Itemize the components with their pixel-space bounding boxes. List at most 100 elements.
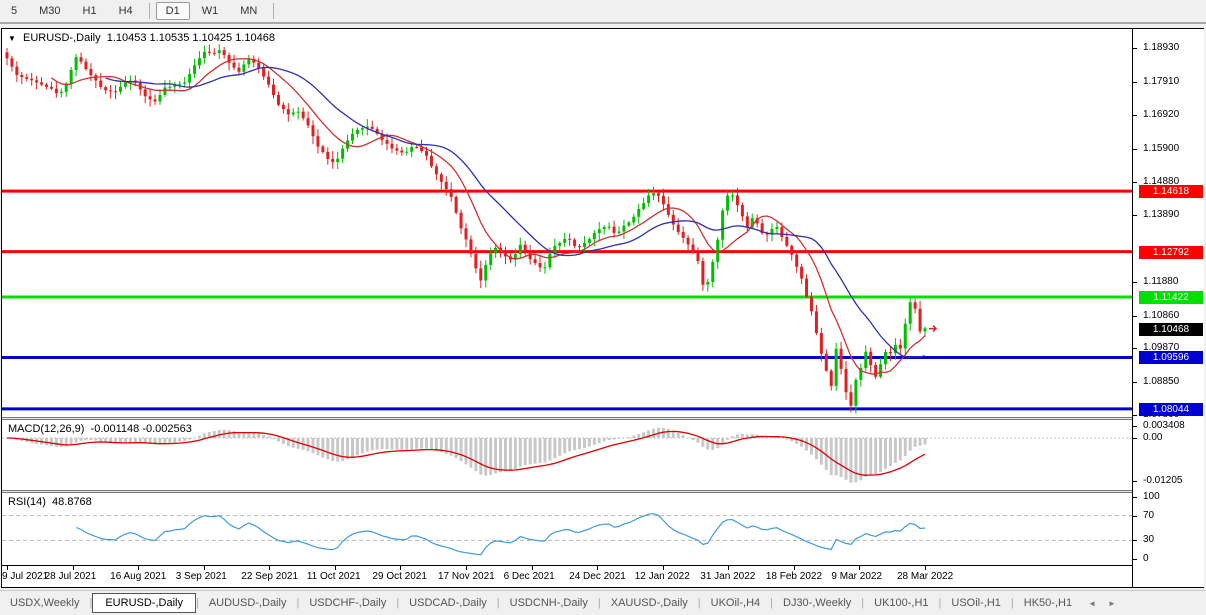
chart-window: ▼ EURUSD-,Daily 1.10453 1.10535 1.10425 … bbox=[1, 28, 1204, 588]
date-tick bbox=[859, 566, 861, 570]
date-label: 29 Oct 2021 bbox=[372, 571, 427, 582]
date-tick bbox=[138, 566, 140, 570]
date-tick bbox=[72, 566, 74, 570]
date-tick bbox=[400, 566, 402, 570]
date-label: 17 Nov 2021 bbox=[438, 571, 495, 582]
chart-symbol-period: EURUSD-,Daily bbox=[22, 32, 101, 44]
axis-tick-label: 1.10860 bbox=[1143, 310, 1180, 321]
timeframe-button-m30[interactable]: M30 bbox=[29, 2, 70, 20]
axis-tick-label: 1.16920 bbox=[1143, 109, 1180, 120]
level-price-badge: 1.14618 bbox=[1139, 185, 1203, 198]
timeframe-button-5[interactable]: 5 bbox=[1, 2, 27, 20]
tab-xauusd-daily[interactable]: XAUUSD-,Daily bbox=[601, 594, 698, 612]
date-label: 12 Jan 2022 bbox=[634, 571, 690, 582]
axis-tick-label: 100 bbox=[1143, 491, 1160, 502]
timeframe-button-h1[interactable]: H1 bbox=[73, 2, 107, 20]
tab-dj30-weekly[interactable]: DJ30-,Weekly bbox=[773, 594, 861, 612]
tab-usoil-h1[interactable]: USOil-,H1 bbox=[941, 594, 1011, 612]
tab-uk100-h1[interactable]: UK100-,H1 bbox=[864, 594, 938, 612]
axis-tick-mark bbox=[1133, 282, 1137, 283]
axis-tick-label: 1.11880 bbox=[1143, 276, 1179, 287]
date-tick bbox=[334, 566, 336, 570]
tab-eurusd-daily[interactable]: EURUSD-,Daily bbox=[92, 593, 196, 613]
date-tick bbox=[793, 566, 795, 570]
axis-tick-mark bbox=[1133, 316, 1137, 317]
candlestick-chart[interactable] bbox=[2, 29, 1132, 417]
date-tick bbox=[662, 566, 664, 570]
axis-tick-mark bbox=[1133, 497, 1137, 498]
rsi-value: 48.8768 bbox=[52, 496, 92, 508]
date-label: 28 Jul 2021 bbox=[44, 571, 97, 582]
rsi-title: RSI(14) 48.8768 bbox=[8, 496, 92, 508]
level-price-badge: 1.09596 bbox=[1139, 351, 1203, 364]
timeframe-button-w1[interactable]: W1 bbox=[192, 2, 229, 20]
date-tick bbox=[7, 566, 8, 570]
date-tick bbox=[728, 566, 730, 570]
tab-scroll-right-icon[interactable]: ► bbox=[1102, 599, 1122, 608]
axis-tick-mark bbox=[1133, 149, 1137, 150]
tab-hk50-h1[interactable]: HK50-,H1 bbox=[1014, 594, 1082, 612]
chart-dropdown-icon[interactable]: ▼ bbox=[8, 34, 16, 43]
level-price-badge: 1.12792 bbox=[1139, 246, 1203, 259]
date-label: 24 Dec 2021 bbox=[569, 571, 626, 582]
date-label: 3 Sep 2021 bbox=[175, 571, 227, 582]
macd-panel[interactable]: MACD(12,26,9) -0.001148 -0.002563 bbox=[2, 420, 1132, 490]
axis-tick-mark bbox=[1133, 516, 1137, 517]
date-tick bbox=[597, 566, 599, 570]
axis-tick-label: 1.13890 bbox=[1143, 209, 1180, 220]
axis-tick-mark bbox=[1133, 182, 1137, 183]
tab-audusd-daily[interactable]: AUDUSD-,Daily bbox=[199, 594, 297, 612]
tab-usdcad-daily[interactable]: USDCAD-,Daily bbox=[399, 594, 497, 612]
macd-values: -0.001148 -0.002563 bbox=[90, 423, 192, 435]
symbol-tabbar: USDX,Weekly | EURUSD-,Daily | AUDUSD-,Daily |… bbox=[0, 590, 1206, 615]
current-price-badge: 1.10468 bbox=[1139, 323, 1203, 336]
date-label: 22 Sep 2021 bbox=[241, 571, 298, 582]
axis-tick-mark bbox=[1133, 215, 1137, 216]
date-tick bbox=[531, 566, 533, 570]
rsi-chart[interactable] bbox=[2, 493, 1132, 565]
axis-tick-mark bbox=[1133, 348, 1137, 349]
tab-ukoil-h4[interactable]: UKOil-,H4 bbox=[701, 594, 771, 612]
timeframe-toolbar: 5 M30 H1 H4 D1 W1 MN bbox=[0, 0, 1206, 24]
date-label: 18 Feb 2022 bbox=[765, 571, 823, 582]
timeframe-button-h4[interactable]: H4 bbox=[109, 2, 143, 20]
tab-usdx-weekly[interactable]: USDX,Weekly bbox=[0, 594, 89, 612]
price-axis[interactable]: 1.18930 1.17910 1.16920 1.15900 1.14880 1.138… bbox=[1132, 29, 1204, 587]
axis-tick-mark bbox=[1133, 382, 1137, 383]
timeframe-button-mn[interactable]: MN bbox=[230, 2, 267, 20]
axis-tick-label: 0.003408 bbox=[1143, 420, 1185, 431]
main-chart-panel[interactable]: ▼ EURUSD-,Daily 1.10453 1.10535 1.10425 … bbox=[2, 29, 1132, 417]
date-tick bbox=[466, 566, 467, 570]
axis-tick-label: 0 bbox=[1143, 553, 1149, 564]
date-label: 28 Mar 2022 bbox=[897, 571, 954, 582]
date-label: 9 Jul 2021 bbox=[2, 571, 49, 582]
axis-tick-mark bbox=[1133, 540, 1137, 541]
date-axis[interactable]: 9 Jul 2021 28 Jul 2021 16 Aug 2021 3 Sep 20… bbox=[2, 565, 1132, 587]
date-label: 11 Oct 2021 bbox=[306, 571, 361, 582]
axis-tick-mark bbox=[1133, 48, 1137, 49]
macd-label: MACD(12,26,9) bbox=[8, 423, 85, 435]
axis-tick-mark bbox=[1133, 415, 1137, 416]
date-tick bbox=[269, 566, 271, 570]
date-label: 16 Aug 2021 bbox=[110, 571, 167, 582]
axis-tick-label: -0.01205 bbox=[1143, 475, 1183, 486]
axis-tick-label: 1.17910 bbox=[1143, 76, 1180, 87]
date-label: 6 Dec 2021 bbox=[503, 571, 555, 582]
axis-tick-mark bbox=[1133, 115, 1137, 116]
axis-tick-label: 1.15900 bbox=[1143, 143, 1180, 154]
chart-title: ▼ EURUSD-,Daily 1.10453 1.10535 1.10425 … bbox=[8, 32, 275, 44]
tab-usdchf-daily[interactable]: USDCHF-,Daily bbox=[299, 594, 396, 612]
rsi-panel[interactable]: RSI(14) 48.8768 bbox=[2, 493, 1132, 565]
axis-tick-mark bbox=[1133, 438, 1137, 439]
chart-ohlc-values: 1.10453 1.10535 1.10425 1.10468 bbox=[106, 32, 275, 44]
toolbar-separator bbox=[148, 3, 150, 19]
timeframe-button-d1[interactable]: D1 bbox=[155, 2, 190, 20]
toolbar-separator bbox=[273, 3, 275, 19]
tab-scroll-left-icon[interactable]: ◄ bbox=[1082, 599, 1102, 608]
level-price-badge: 1.11422 bbox=[1139, 291, 1203, 304]
tab-usdcnh-daily[interactable]: USDCNH-,Daily bbox=[500, 594, 598, 612]
date-label: 31 Jan 2022 bbox=[700, 571, 756, 582]
axis-tick-mark bbox=[1133, 426, 1137, 427]
date-tick bbox=[203, 566, 205, 570]
axis-tick-label: 30 bbox=[1143, 534, 1155, 545]
